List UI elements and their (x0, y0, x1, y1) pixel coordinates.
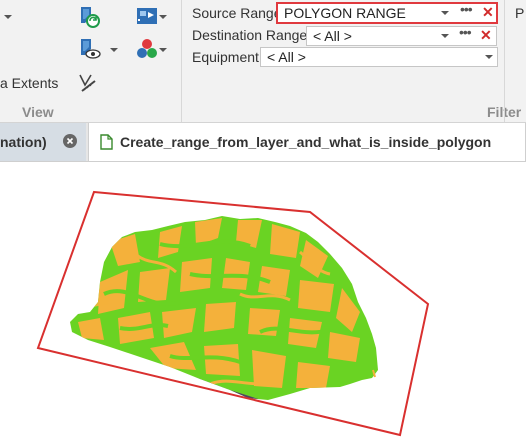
destination-range-value: < All > (313, 28, 352, 44)
ribbon-separator (504, 0, 505, 122)
tab-label: Create_range_from_layer_and_what_is_insi… (120, 134, 492, 150)
document-icon (100, 134, 113, 153)
zoom-extents-label[interactable]: a Extents (0, 75, 58, 91)
close-tab-icon[interactable] (63, 134, 77, 148)
map-view[interactable] (0, 162, 526, 440)
clear-icon[interactable]: ✕ (480, 27, 492, 44)
tab-create-range[interactable]: Create_range_from_layer_and_what_is_insi… (88, 123, 526, 161)
view-group-label: View (22, 104, 54, 120)
map-frame-icon[interactable] (132, 4, 162, 30)
chevron-down-icon[interactable] (4, 15, 12, 19)
tab-previous[interactable]: nation) (0, 123, 86, 161)
ribbon-cut-label: P (515, 5, 525, 21)
chevron-down-icon[interactable] (159, 15, 167, 19)
chevron-down-icon[interactable] (441, 34, 449, 38)
ruler-measure-icon[interactable] (74, 70, 104, 96)
clear-icon[interactable]: ✕ (482, 4, 494, 21)
ribbon: a Extents View Source Range POLYGON RANG… (0, 0, 526, 123)
source-range-combo[interactable]: POLYGON RANGE ••• ✕ (276, 1, 498, 24)
source-range-label: Source Range (192, 5, 282, 21)
equipment-value: < All > (267, 49, 306, 65)
layer-refresh-icon[interactable] (74, 4, 104, 30)
source-range-value: POLYGON RANGE (284, 5, 406, 21)
tab-label: nation) (0, 134, 47, 150)
equipment-label: Equipment (192, 49, 259, 65)
destination-range-label: Destination Range (192, 27, 308, 43)
field-layer[interactable] (60, 212, 390, 412)
equipment-combo[interactable]: < All > (260, 47, 498, 67)
chevron-down-icon[interactable] (441, 11, 449, 15)
color-palette-icon[interactable] (132, 36, 162, 62)
chevron-down-icon[interactable] (110, 48, 118, 52)
more-options-icon[interactable]: ••• (459, 24, 472, 40)
layer-visibility-icon[interactable] (74, 36, 104, 62)
more-options-icon[interactable]: ••• (460, 1, 473, 17)
ribbon-separator (181, 0, 182, 122)
chevron-down-icon[interactable] (159, 48, 167, 52)
chevron-down-icon[interactable] (485, 55, 493, 59)
document-tab-strip: nation) Create_range_from_layer_and_what… (0, 123, 526, 162)
destination-range-combo[interactable]: < All > ••• ✕ (306, 24, 497, 46)
